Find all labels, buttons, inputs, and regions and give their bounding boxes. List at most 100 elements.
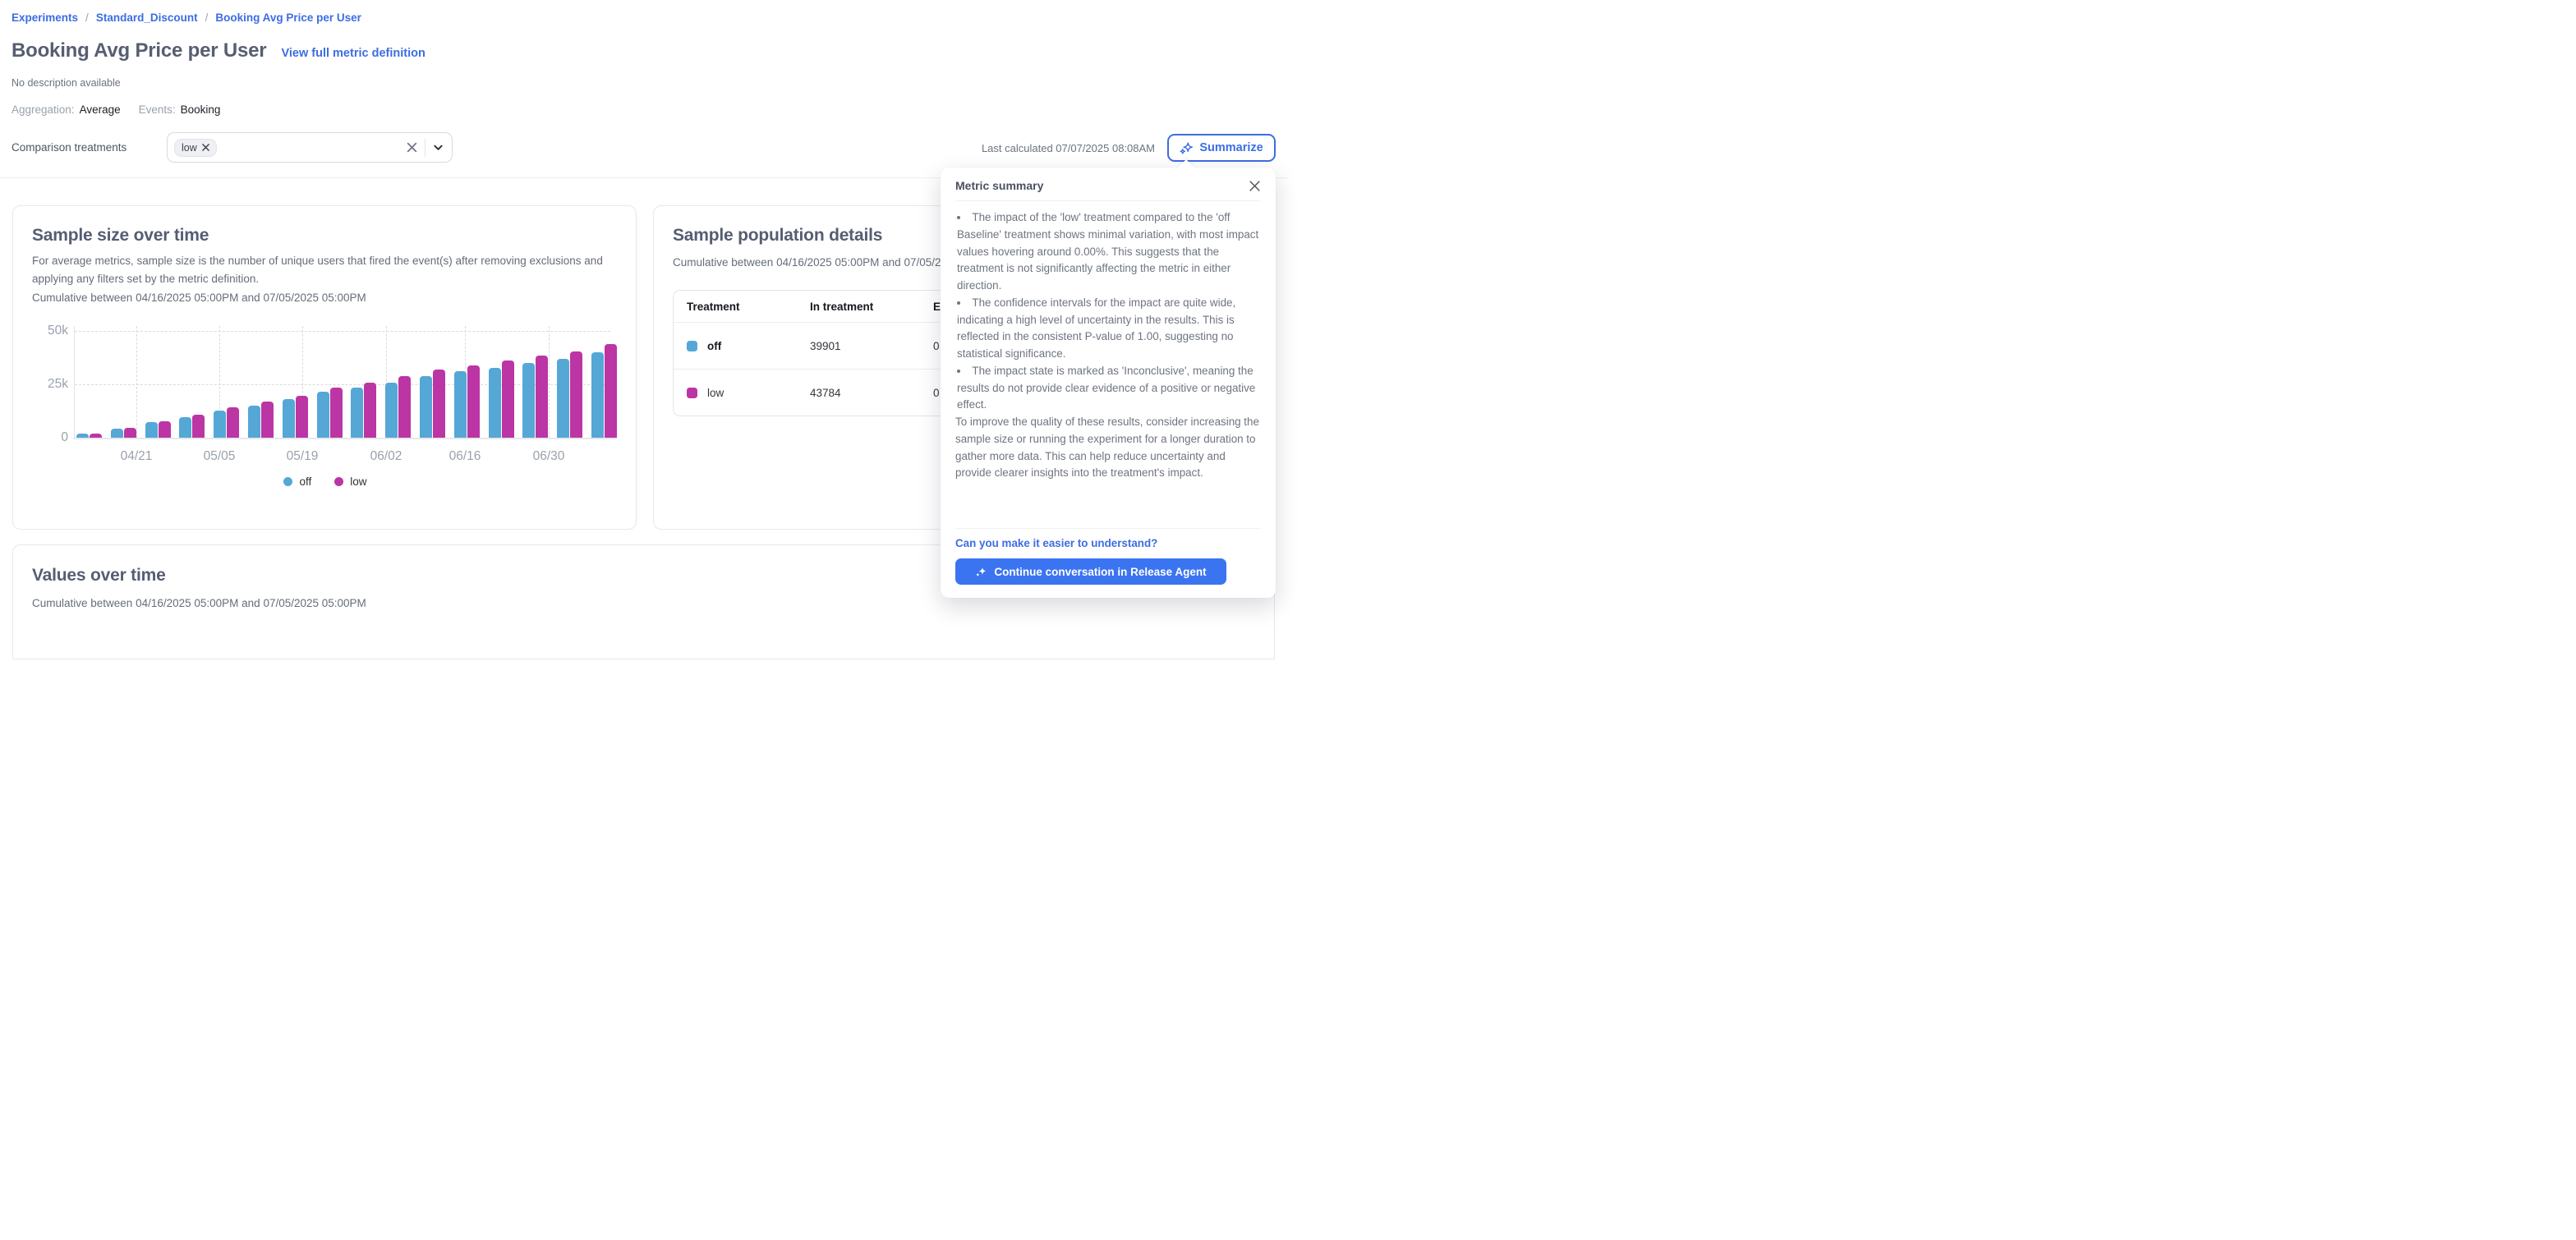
comparison-treatments-select[interactable]: low bbox=[167, 132, 453, 163]
metric-summary-title: Metric summary bbox=[955, 179, 1043, 192]
x-tick-label: 06/16 bbox=[436, 449, 494, 464]
legend-item-low[interactable]: low bbox=[334, 475, 366, 488]
bar-off bbox=[385, 383, 398, 438]
aggregation-label: Aggregation: bbox=[12, 103, 75, 116]
sample-size-card: Sample size over time For average metric… bbox=[12, 205, 637, 530]
bar-group bbox=[489, 361, 514, 438]
view-metric-definition-link[interactable]: View full metric definition bbox=[281, 47, 425, 60]
bar-group bbox=[591, 344, 617, 438]
bar-off bbox=[557, 359, 569, 438]
summarize-label: Summarize bbox=[1199, 141, 1263, 154]
bar-low bbox=[570, 351, 582, 438]
summary-bullet: The impact of the 'low' treatment compar… bbox=[957, 209, 1261, 295]
y-tick-label: 50k bbox=[35, 324, 68, 338]
breadcrumb-item-experiment[interactable]: Standard_Discount bbox=[96, 11, 198, 24]
followup-question-link[interactable]: Can you make it easier to understand? bbox=[955, 537, 1261, 549]
bar-off bbox=[111, 429, 123, 438]
bar-off bbox=[179, 417, 191, 438]
continue-conversation-label: Continue conversation in Release Agent bbox=[994, 566, 1206, 578]
metric-meta: Aggregation: Average Events: Booking bbox=[12, 103, 220, 116]
col-treatment: Treatment bbox=[687, 301, 810, 313]
bar-group bbox=[283, 396, 308, 438]
bar-group bbox=[248, 402, 274, 438]
sparkle-icon bbox=[1180, 141, 1194, 155]
close-icon[interactable] bbox=[1249, 180, 1261, 192]
gridline bbox=[549, 326, 550, 438]
bar-group bbox=[76, 434, 102, 438]
bar-group bbox=[420, 370, 445, 438]
last-calculated-text: Last calculated 07/07/2025 08:08AM bbox=[982, 142, 1155, 154]
clear-selection-icon[interactable] bbox=[407, 142, 417, 153]
chevron-down-icon[interactable] bbox=[433, 142, 444, 153]
bar-off bbox=[454, 371, 467, 438]
x-tick-label: 05/05 bbox=[191, 449, 248, 464]
page-title: Booking Avg Price per User bbox=[12, 39, 266, 62]
chart-x-axis bbox=[73, 438, 617, 439]
bar-group bbox=[179, 415, 205, 438]
bar-low bbox=[296, 396, 308, 438]
continue-conversation-button[interactable]: Continue conversation in Release Agent bbox=[955, 558, 1226, 585]
metric-summary-popover: Metric summary The impact of the 'low' t… bbox=[941, 168, 1276, 598]
events-label: Events: bbox=[139, 103, 176, 116]
bar-off bbox=[248, 406, 260, 439]
in-treatment-value: 43784 bbox=[810, 387, 933, 399]
summary-bullet: The confidence intervals for the impact … bbox=[957, 295, 1261, 363]
bar-low bbox=[159, 421, 171, 438]
bar-group bbox=[351, 383, 376, 438]
bar-low bbox=[124, 428, 136, 438]
bar-group bbox=[557, 351, 582, 438]
y-tick-label: 0 bbox=[35, 430, 68, 445]
gridline bbox=[75, 331, 610, 332]
bar-off bbox=[283, 399, 295, 438]
bar-off bbox=[317, 392, 329, 438]
chart-y-axis bbox=[74, 326, 75, 438]
legend-item-off[interactable]: off bbox=[283, 475, 311, 488]
breadcrumb-item-experiments[interactable]: Experiments bbox=[12, 11, 78, 24]
summary-body: The impact of the 'low' treatment compar… bbox=[955, 209, 1261, 520]
bar-low bbox=[536, 356, 548, 438]
values-cumulative: Cumulative between 04/16/2025 05:00PM an… bbox=[32, 595, 366, 613]
population-title: Sample population details bbox=[673, 226, 882, 246]
gridline bbox=[136, 326, 137, 438]
bar-low bbox=[330, 388, 343, 438]
chip-remove-icon[interactable] bbox=[202, 144, 209, 151]
bar-off bbox=[591, 352, 604, 438]
summary-bullet: The impact state is marked as 'Inconclus… bbox=[957, 363, 1261, 414]
bar-group bbox=[522, 356, 548, 438]
bar-group bbox=[317, 388, 343, 438]
col-in-treatment: In treatment bbox=[810, 301, 933, 313]
chart-legend: off low bbox=[13, 475, 637, 488]
title-row: Booking Avg Price per User View full met… bbox=[12, 39, 426, 62]
summarize-button[interactable]: Summarize bbox=[1167, 134, 1276, 162]
popover-divider bbox=[955, 200, 1261, 201]
bar-low bbox=[364, 383, 376, 438]
bar-off bbox=[76, 434, 89, 438]
treatment-name: off bbox=[707, 340, 721, 352]
bar-low bbox=[90, 434, 102, 438]
sample-size-description: For average metrics, sample size is the … bbox=[32, 252, 603, 287]
breadcrumb-item-metric[interactable]: Booking Avg Price per User bbox=[215, 11, 361, 24]
bar-low bbox=[605, 344, 617, 438]
breadcrumb-separator: / bbox=[205, 11, 209, 24]
metric-description: No description available bbox=[12, 77, 121, 89]
bar-low bbox=[227, 407, 239, 438]
bar-group bbox=[111, 428, 136, 438]
bar-group bbox=[385, 376, 411, 438]
bar-off bbox=[214, 411, 226, 439]
bar-off bbox=[351, 388, 363, 438]
sample-size-title: Sample size over time bbox=[32, 226, 209, 246]
bar-low bbox=[261, 402, 274, 438]
bar-group bbox=[145, 421, 171, 438]
bar-group bbox=[214, 407, 239, 438]
sparkle-icon bbox=[975, 566, 987, 578]
legend-label: off bbox=[299, 475, 311, 488]
bar-off bbox=[145, 422, 158, 438]
bar-low bbox=[398, 376, 411, 438]
bar-group bbox=[454, 365, 480, 438]
bar-low bbox=[467, 365, 480, 438]
aggregation-value: Average bbox=[80, 103, 121, 116]
bar-off bbox=[522, 363, 535, 438]
sample-size-cumulative: Cumulative between 04/16/2025 05:00PM an… bbox=[32, 289, 366, 307]
summary-footer: To improve the quality of these results,… bbox=[955, 414, 1261, 482]
treatment-chip[interactable]: low bbox=[174, 139, 217, 157]
